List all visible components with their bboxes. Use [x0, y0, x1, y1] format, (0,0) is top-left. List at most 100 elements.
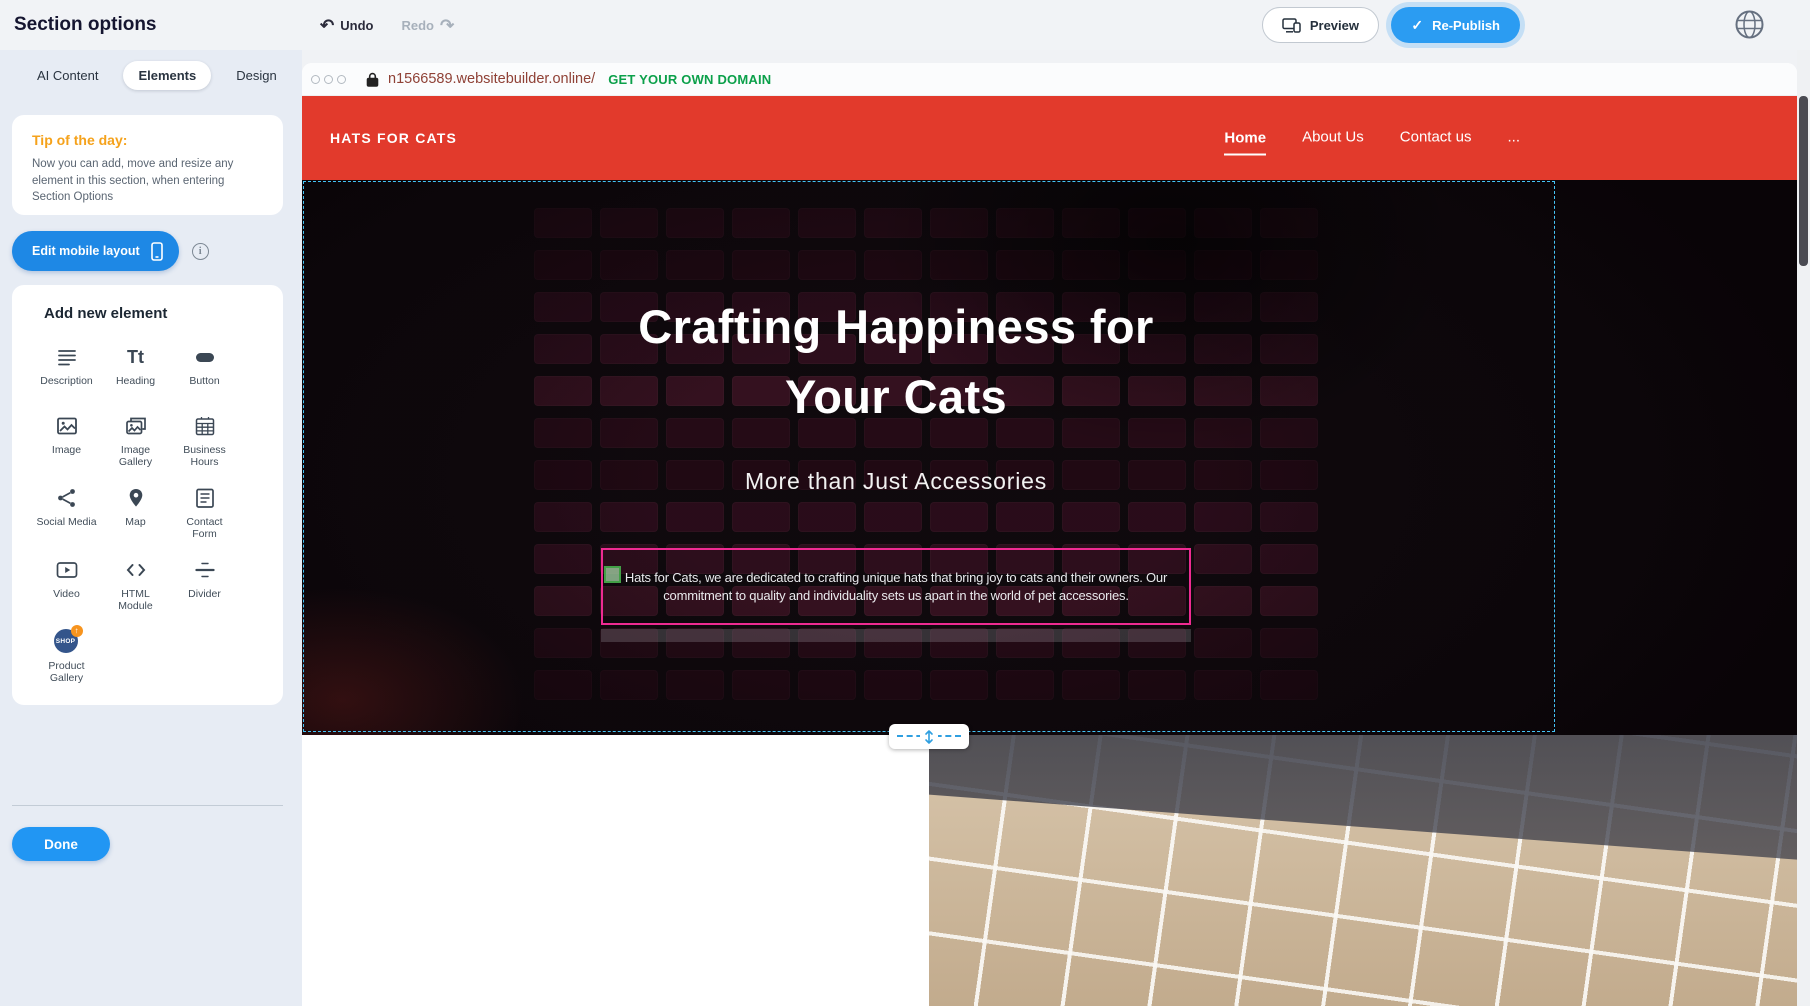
hero-tile	[666, 670, 724, 700]
get-domain-link[interactable]: GET YOUR OWN DOMAIN	[608, 72, 771, 87]
republish-button[interactable]: ✓ Re-Publish	[1391, 7, 1520, 43]
undo-icon: ↶	[320, 17, 334, 34]
screen: Section options ↶ Undo Redo ↷ Preview ✓ …	[0, 0, 1810, 1006]
redo-button[interactable]: Redo ↷	[401, 17, 454, 34]
hero-tile	[1260, 670, 1318, 700]
resize-arrows-icon	[920, 729, 938, 744]
hero-tile	[798, 670, 856, 700]
product-gallery-icon: SHOP ↑	[54, 629, 80, 655]
edit-mobile-layout-button[interactable]: Edit mobile layout	[12, 231, 179, 271]
hero-tile	[1128, 670, 1186, 700]
site-header: HATS FOR CATS Home About Us Contact us .…	[302, 96, 1797, 180]
hero-tile	[534, 670, 592, 700]
element-social-media[interactable]: Social Media	[32, 485, 101, 540]
element-map[interactable]: Map	[101, 485, 170, 540]
section-resize-handle[interactable]	[889, 724, 969, 749]
button-icon	[193, 344, 217, 370]
topbar: Section options ↶ Undo Redo ↷ Preview ✓ …	[0, 0, 1810, 50]
map-icon	[124, 485, 148, 511]
element-description[interactable]: Description	[32, 344, 101, 396]
heading-icon: Tt	[127, 344, 144, 370]
element-image[interactable]: Image	[32, 413, 101, 468]
site-logo[interactable]: HATS FOR CATS	[330, 130, 457, 146]
element-image-gallery[interactable]: Image Gallery	[101, 413, 170, 468]
element-product-gallery[interactable]: SHOP ↑ Product Gallery	[32, 629, 101, 684]
element-grid: Description Tt Heading Button	[32, 344, 283, 684]
window-dots	[311, 75, 346, 84]
upgrade-badge-icon: ↑	[71, 625, 83, 637]
hero-tile	[996, 670, 1054, 700]
nav-about-us[interactable]: About Us	[1302, 129, 1364, 148]
tab-elements[interactable]: Elements	[123, 61, 211, 90]
preview-button[interactable]: Preview	[1262, 7, 1379, 43]
language-globe-button[interactable]	[1733, 8, 1766, 41]
done-button[interactable]: Done	[12, 827, 110, 861]
business-hours-icon	[193, 413, 217, 439]
social-media-icon	[55, 485, 79, 511]
site-nav: Home About Us Contact us ...	[1224, 129, 1520, 148]
element-divider[interactable]: Divider	[170, 557, 239, 612]
element-resize-handle[interactable]	[604, 566, 621, 583]
tip-body: Now you can add, move and resize any ele…	[32, 156, 263, 206]
description-icon	[55, 344, 79, 370]
hidden-element-placeholder	[601, 629, 1191, 642]
hero-tile	[600, 670, 658, 700]
window-dot	[311, 75, 320, 84]
phone-icon	[151, 242, 163, 261]
hero-heading[interactable]: Crafting Happiness for Your Cats	[586, 292, 1206, 432]
element-business-hours[interactable]: Business Hours	[170, 413, 239, 468]
element-contact-form[interactable]: Contact Form	[170, 485, 239, 540]
undo-button[interactable]: ↶ Undo	[320, 17, 373, 34]
tab-ai-content[interactable]: AI Content	[22, 61, 113, 90]
next-section[interactable]	[302, 735, 1797, 1006]
globe-icon	[1733, 8, 1766, 41]
hero-tile	[930, 670, 988, 700]
window-dot	[324, 75, 333, 84]
browser-chrome: n1566589.websitebuilder.online/ GET YOUR…	[302, 63, 1797, 96]
window-dot	[337, 75, 346, 84]
nav-home[interactable]: Home	[1224, 130, 1266, 156]
tip-of-the-day-card: Tip of the day: Now you can add, move an…	[12, 115, 283, 215]
add-element-card: Add new element Description Tt Heading	[12, 285, 283, 705]
preview-scrollbar[interactable]	[1797, 50, 1810, 1006]
add-element-title: Add new element	[44, 305, 283, 322]
hero-content: Crafting Happiness for Your Cats More th…	[302, 180, 1556, 642]
page-title: Section options	[14, 14, 157, 36]
html-module-icon	[124, 557, 148, 583]
nav-more[interactable]: ...	[1507, 129, 1520, 148]
hero-section[interactable]: Crafting Happiness for Your Cats More th…	[302, 180, 1797, 735]
hero-tile	[1194, 670, 1252, 700]
next-section-white-column	[302, 735, 929, 1006]
video-icon	[55, 557, 79, 583]
hero-tile	[864, 670, 922, 700]
site-preview: n1566589.websitebuilder.online/ GET YOUR…	[302, 63, 1797, 1006]
image-gallery-icon	[124, 413, 148, 439]
sidebar-divider	[12, 805, 283, 806]
element-html-module[interactable]: HTML Module	[101, 557, 170, 612]
hero-paragraph: Hats for Cats, we are dedicated to craft…	[611, 569, 1181, 605]
hero-paragraph-element[interactable]: Hats for Cats, we are dedicated to craft…	[601, 548, 1191, 625]
tab-design[interactable]: Design	[221, 61, 291, 90]
next-section-image	[929, 735, 1797, 1006]
image-icon	[55, 413, 79, 439]
element-button[interactable]: Button	[170, 344, 239, 396]
hero-tile	[1062, 670, 1120, 700]
nav-contact-us[interactable]: Contact us	[1400, 129, 1472, 148]
devices-icon	[1282, 18, 1301, 33]
element-heading[interactable]: Tt Heading	[101, 344, 170, 396]
scrollbar-thumb[interactable]	[1799, 96, 1808, 266]
undo-redo-group: ↶ Undo Redo ↷	[320, 0, 454, 50]
tip-title: Tip of the day:	[32, 132, 263, 148]
lock-icon	[366, 72, 379, 87]
element-video[interactable]: Video	[32, 557, 101, 612]
site-url: n1566589.websitebuilder.online/	[388, 71, 595, 87]
contact-form-icon	[193, 485, 217, 511]
info-icon[interactable]: i	[192, 243, 209, 260]
check-icon: ✓	[1411, 17, 1423, 34]
photo-shadow	[929, 735, 1797, 1006]
hero-tile	[732, 670, 790, 700]
sidebar-panel: AI Content Elements Design Tip of the da…	[0, 50, 302, 1006]
hero-subheading[interactable]: More than Just Accessories	[302, 464, 1490, 498]
sidebar-tabs: AI Content Elements Design	[22, 61, 292, 90]
redo-icon: ↷	[440, 17, 454, 34]
